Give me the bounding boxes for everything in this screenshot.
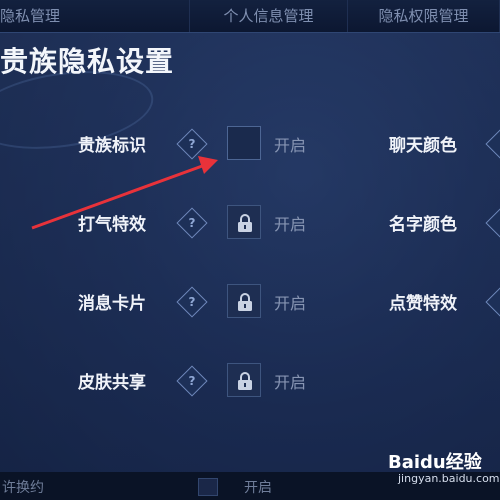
message-card-checkbox[interactable] [227,284,261,318]
tab-privacy-management[interactable]: 隐私管理 [0,0,190,32]
bottom-row-label: 许换约 [2,480,44,496]
row-label-chat-color: 聊天颜色 [389,136,457,156]
tab-privacy-permissions[interactable]: 隐私权限管理 [348,0,500,32]
bottom-row-status: 开启 [244,480,272,496]
row-label-cheer-effect: 打气特效 [78,215,146,235]
page-title: 贵族隐私设置 [0,45,175,78]
settings-panel [0,32,500,473]
tab-personal-info[interactable]: 个人信息管理 [190,0,348,32]
row-label-skin-share: 皮肤共享 [78,373,146,393]
row-label-name-color: 名字颜色 [389,215,457,235]
cheer-effect-status: 开启 [274,215,307,234]
lock-icon [238,214,252,232]
skin-share-status: 开启 [274,373,307,392]
bottom-row-checkbox[interactable] [198,478,218,496]
noble-badge-status: 开启 [274,136,307,155]
message-card-status: 开启 [274,294,307,313]
top-tab-bar: 隐私管理 个人信息管理 隐私权限管理 [0,0,500,32]
row-label-message-card: 消息卡片 [78,294,146,314]
row-label-like-effect: 点赞特效 [389,294,457,314]
row-label-noble-badge: 贵族标识 [78,136,146,156]
cheer-effect-checkbox[interactable] [227,205,261,239]
baidu-watermark: Baidu经验 [388,452,482,473]
skin-share-checkbox[interactable] [227,363,261,397]
noble-badge-checkbox[interactable] [227,126,261,160]
lock-icon [238,293,252,311]
lock-icon [238,372,252,390]
watermark-url: jingyan.baidu.com [398,472,500,485]
